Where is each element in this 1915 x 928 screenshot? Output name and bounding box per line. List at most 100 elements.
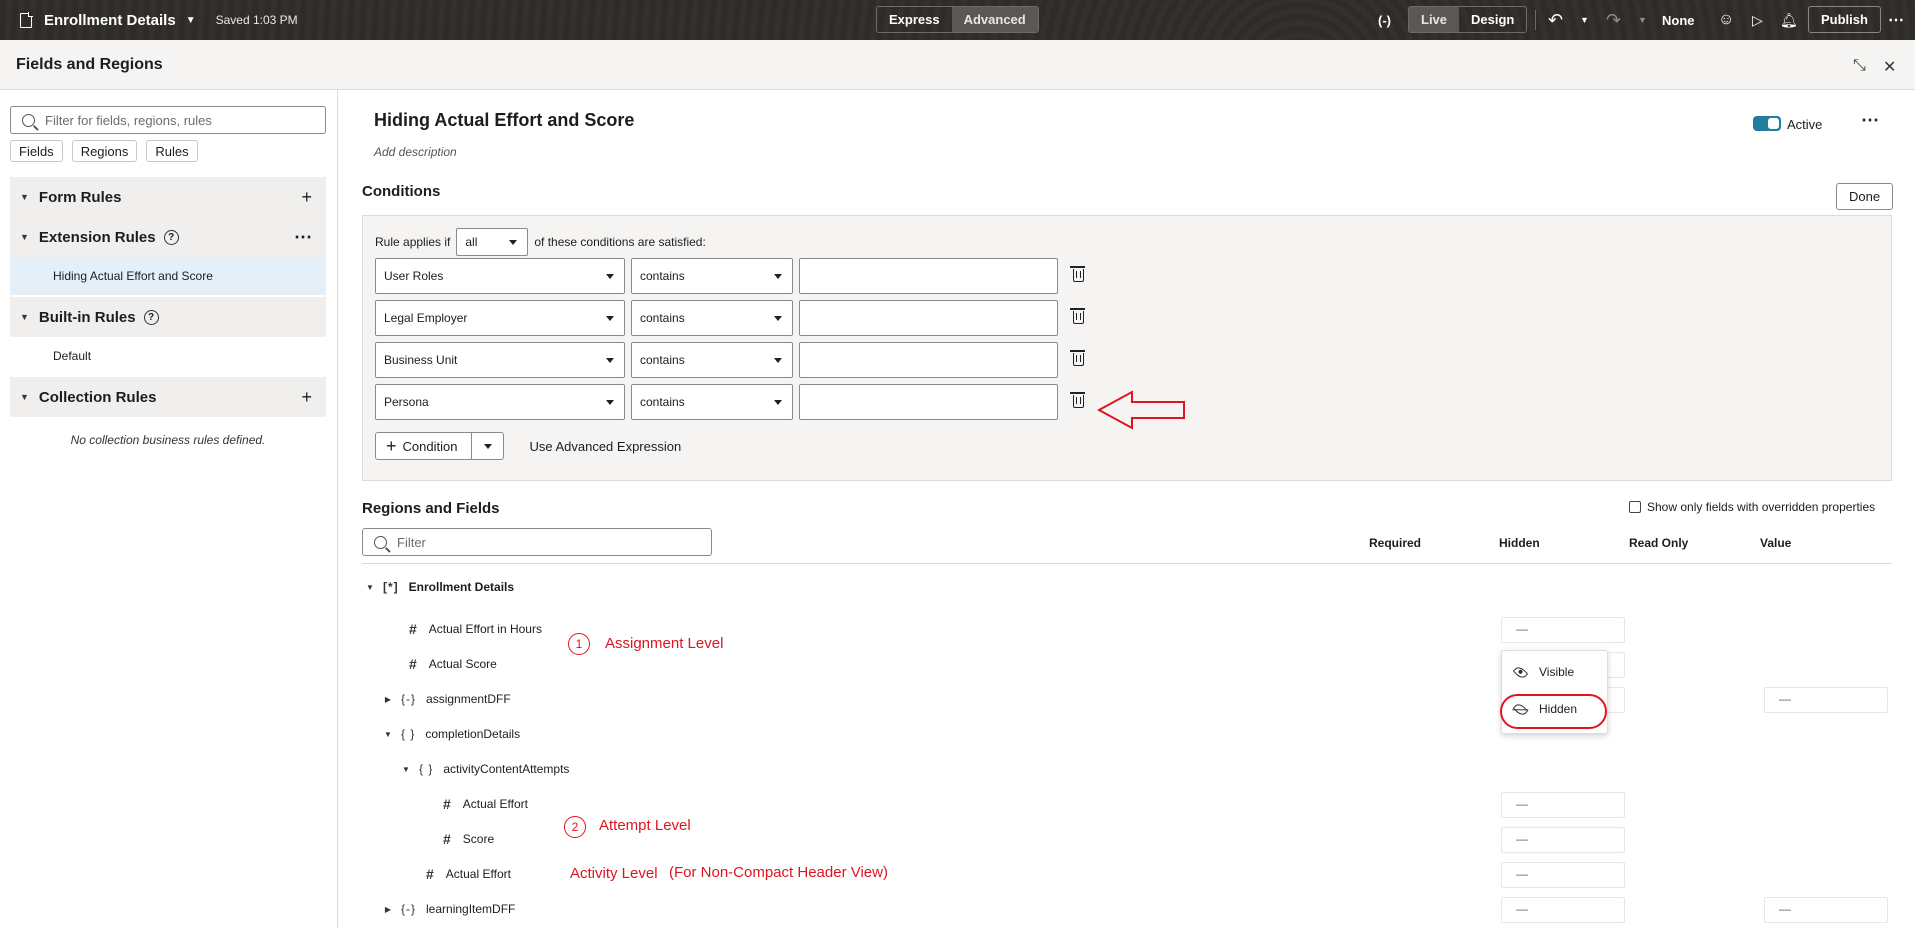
hidden-cell[interactable] — [1501, 897, 1625, 923]
menu-item-visible[interactable]: Visible — [1512, 661, 1575, 683]
chevron-down-icon[interactable]: ▼ — [365, 583, 375, 592]
regions-fields-title: Regions and Fields — [362, 500, 500, 517]
play-icon[interactable]: ▷ — [1752, 0, 1763, 40]
more-icon[interactable]: ⋯ — [1888, 0, 1904, 40]
chip-rules[interactable]: Rules — [146, 140, 198, 162]
tree-row-actual-score[interactable]: # Actual Score — [409, 652, 497, 676]
tree-row-completion-details[interactable]: ▼ { } completionDetails — [383, 722, 520, 746]
add-description[interactable]: Add description — [374, 145, 457, 159]
value-cell[interactable] — [1764, 897, 1888, 923]
condition-value-input[interactable] — [799, 258, 1058, 294]
redo-icon[interactable]: ↷ — [1606, 0, 1621, 40]
condition-field-select[interactable]: Business Unit — [375, 342, 625, 378]
condition-value-input[interactable] — [799, 300, 1058, 336]
condition-operator-value: contains — [640, 269, 685, 283]
condition-field-select[interactable]: User Roles — [375, 258, 625, 294]
add-condition-menu-button[interactable] — [472, 432, 505, 460]
saved-status: Saved 1:03 PM — [215, 13, 298, 27]
tab-design[interactable]: Design — [1459, 7, 1526, 32]
collapse-icon[interactable]: ⤡ — [1853, 57, 1866, 75]
column-value: Value — [1760, 536, 1792, 550]
chip-fields[interactable]: Fields — [10, 140, 63, 162]
trash-icon[interactable] — [1070, 266, 1085, 282]
only-overridden-checkbox[interactable] — [1629, 501, 1641, 513]
condition-operator-select[interactable]: contains — [631, 258, 793, 294]
hidden-cell[interactable] — [1501, 792, 1625, 818]
trash-icon[interactable] — [1070, 308, 1085, 324]
condition-operator-select[interactable]: contains — [631, 300, 793, 336]
chevron-down-icon[interactable]: ▼ — [383, 730, 393, 739]
number-field-icon: # — [426, 866, 434, 882]
tab-advanced[interactable]: Advanced — [951, 7, 1038, 32]
rules-search-input[interactable] — [45, 112, 325, 128]
help-icon[interactable]: ? — [163, 229, 179, 245]
trash-icon[interactable] — [1070, 350, 1085, 366]
add-condition-button[interactable]: + Condition — [375, 432, 473, 460]
condition-value-input[interactable] — [799, 342, 1058, 378]
rule-item-hiding-actual-effort[interactable]: Hiding Actual Effort and Score — [10, 257, 326, 295]
annotation-assignment-level: Assignment Level — [605, 635, 724, 652]
applies-value: all — [465, 235, 478, 249]
chevron-down-icon[interactable]: ▼ — [401, 765, 411, 774]
advanced-expression-link[interactable]: Use Advanced Expression — [529, 439, 681, 454]
title-dropdown-icon[interactable]: ▼ — [186, 15, 196, 26]
tab-express[interactable]: Express — [877, 7, 952, 32]
publish-button[interactable]: Publish — [1808, 6, 1881, 33]
undo-menu-icon[interactable]: ▼ — [1580, 0, 1589, 40]
extension-more-icon[interactable]: ⋯ — [294, 227, 312, 248]
section-built-in-rules[interactable]: ▼ Built-in Rules ? — [10, 297, 326, 337]
value-cell[interactable] — [1764, 687, 1888, 713]
chip-regions[interactable]: Regions — [71, 140, 138, 162]
none-selector[interactable]: None — [1662, 0, 1695, 40]
tree-row-activity-content-attempts[interactable]: ▼ { } activityContentAttempts — [401, 757, 569, 781]
tree-row-enrollment-details[interactable]: ▼ [*] Enrollment Details — [365, 575, 514, 599]
add-form-rule-icon[interactable]: + — [301, 187, 312, 208]
annotation-number: 2 — [564, 816, 586, 838]
tree-row-learning-item-dff[interactable]: ▶ {-} learningItemDFF — [383, 897, 515, 921]
help-icon[interactable]: ? — [143, 309, 159, 325]
tree-row-actual-effort-hours[interactable]: # Actual Effort in Hours — [409, 617, 542, 641]
tree-row-actual-effort[interactable]: # Actual Effort — [443, 792, 528, 816]
section-extension-rules[interactable]: ▼ Extension Rules ? ⋯ — [10, 217, 326, 257]
condition-operator-select[interactable]: contains — [631, 384, 793, 420]
condition-operator-select[interactable]: contains — [631, 342, 793, 378]
add-collection-rule-icon[interactable]: + — [301, 387, 312, 408]
condition-value-input[interactable] — [799, 384, 1058, 420]
chevron-down-icon: ▼ — [20, 392, 29, 402]
redo-menu-icon[interactable]: ▼ — [1638, 0, 1647, 40]
condition-field-select[interactable]: Legal Employer — [375, 300, 625, 336]
condition-operator-value: contains — [640, 353, 685, 367]
condition-field-select[interactable]: Persona — [375, 384, 625, 420]
chevron-right-icon[interactable]: ▶ — [383, 905, 393, 914]
hidden-cell[interactable] — [1501, 827, 1625, 853]
tree-label: learningItemDFF — [426, 902, 516, 916]
panel-title: Fields and Regions — [16, 55, 163, 73]
tab-live[interactable]: Live — [1409, 7, 1460, 32]
chevron-right-icon[interactable]: ▶ — [383, 695, 393, 704]
tree-label: completionDetails — [425, 727, 521, 741]
expression-icon[interactable]: (-) — [1378, 0, 1391, 40]
undo-icon[interactable]: ↶ — [1548, 0, 1563, 40]
only-overridden-option[interactable]: Show only fields with overridden propert… — [1629, 500, 1875, 514]
done-button[interactable]: Done — [1836, 183, 1894, 210]
hidden-cell[interactable] — [1501, 617, 1625, 643]
page-title[interactable]: Enrollment Details — [44, 12, 176, 29]
hidden-cell[interactable] — [1501, 862, 1625, 888]
section-form-rules[interactable]: ▼ Form Rules + — [10, 177, 326, 217]
smiley-icon[interactable]: ☺ — [1718, 0, 1734, 40]
close-icon[interactable]: ✕ — [1883, 57, 1896, 77]
menu-item-label: Visible — [1539, 665, 1575, 679]
rule-more-icon[interactable]: ⋯ — [1861, 110, 1880, 131]
active-toggle[interactable] — [1753, 116, 1781, 131]
section-collection-rules[interactable]: ▼ Collection Rules + — [10, 377, 326, 417]
rule-item-default[interactable]: Default — [10, 337, 326, 375]
rule-title[interactable]: Hiding Actual Effort and Score — [374, 110, 634, 131]
applies-select[interactable]: all — [456, 228, 529, 256]
tree-row-actual-effort-activity[interactable]: # Actual Effort — [426, 862, 511, 886]
section-label: Extension Rules — [38, 228, 156, 246]
tree-row-assignment-dff[interactable]: ▶ {-} assignmentDFF — [383, 687, 511, 711]
trash-icon[interactable] — [1070, 392, 1085, 408]
bell-icon[interactable]: 🔔︎ — [1780, 0, 1798, 40]
tree-row-score[interactable]: # Score — [443, 827, 494, 851]
fields-filter-input[interactable] — [397, 534, 711, 550]
